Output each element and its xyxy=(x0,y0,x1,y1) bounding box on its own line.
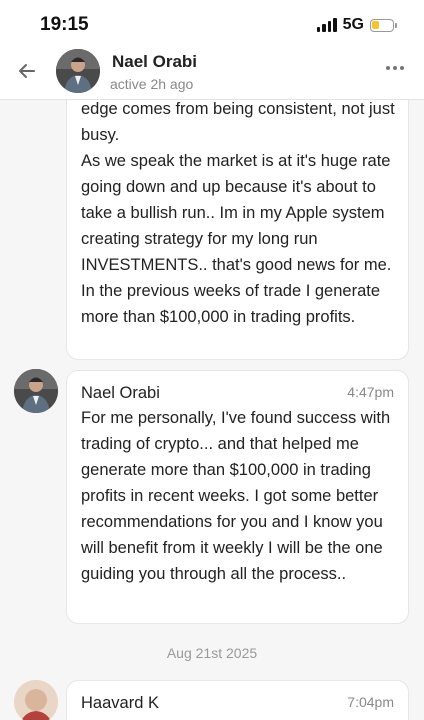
message-text: For me personally, I've found success wi… xyxy=(81,409,391,583)
back-button[interactable] xyxy=(12,56,42,86)
message-sender: Nael Orabi xyxy=(81,384,160,402)
message-text: edge comes from being consistent, not ju… xyxy=(81,100,395,326)
more-options-button[interactable] xyxy=(386,62,406,74)
message-time: 7:04pm xyxy=(347,694,394,710)
status-indicators: 5G xyxy=(316,15,397,35)
arrow-left-icon xyxy=(19,64,35,78)
messenger-screen: 19:15 5G Nael Orabi active 2h ago edge c… xyxy=(0,0,424,720)
avatar[interactable] xyxy=(56,49,100,93)
message-bubble[interactable]: edge comes from being consistent, not ju… xyxy=(66,100,409,360)
avatar-photo xyxy=(56,49,100,93)
contact-active-status: active 2h ago xyxy=(110,76,194,92)
contact-name[interactable]: Nael Orabi xyxy=(112,52,197,72)
status-time: 19:15 xyxy=(40,14,89,35)
avatar[interactable] xyxy=(14,680,58,720)
signal-icon xyxy=(316,18,337,32)
message-list[interactable]: edge comes from being consistent, not ju… xyxy=(0,100,424,720)
network-type: 5G xyxy=(342,16,364,33)
message-bubble[interactable]: Nael Orabi 4:47pm For me personally, I'v… xyxy=(66,370,409,624)
message-time: 4:47pm xyxy=(347,384,394,400)
status-bar: 19:15 5G xyxy=(0,0,424,44)
message-bubble[interactable]: Haavard K 7:04pm xyxy=(66,680,409,720)
avatar-photo xyxy=(14,369,58,413)
avatar-photo xyxy=(14,680,58,720)
message-sender: Haavard K xyxy=(81,694,159,712)
date-separator: Aug 21st 2025 xyxy=(166,645,258,661)
battery-icon xyxy=(370,18,397,32)
avatar[interactable] xyxy=(14,369,58,413)
conversation-header: Nael Orabi active 2h ago xyxy=(0,44,424,100)
